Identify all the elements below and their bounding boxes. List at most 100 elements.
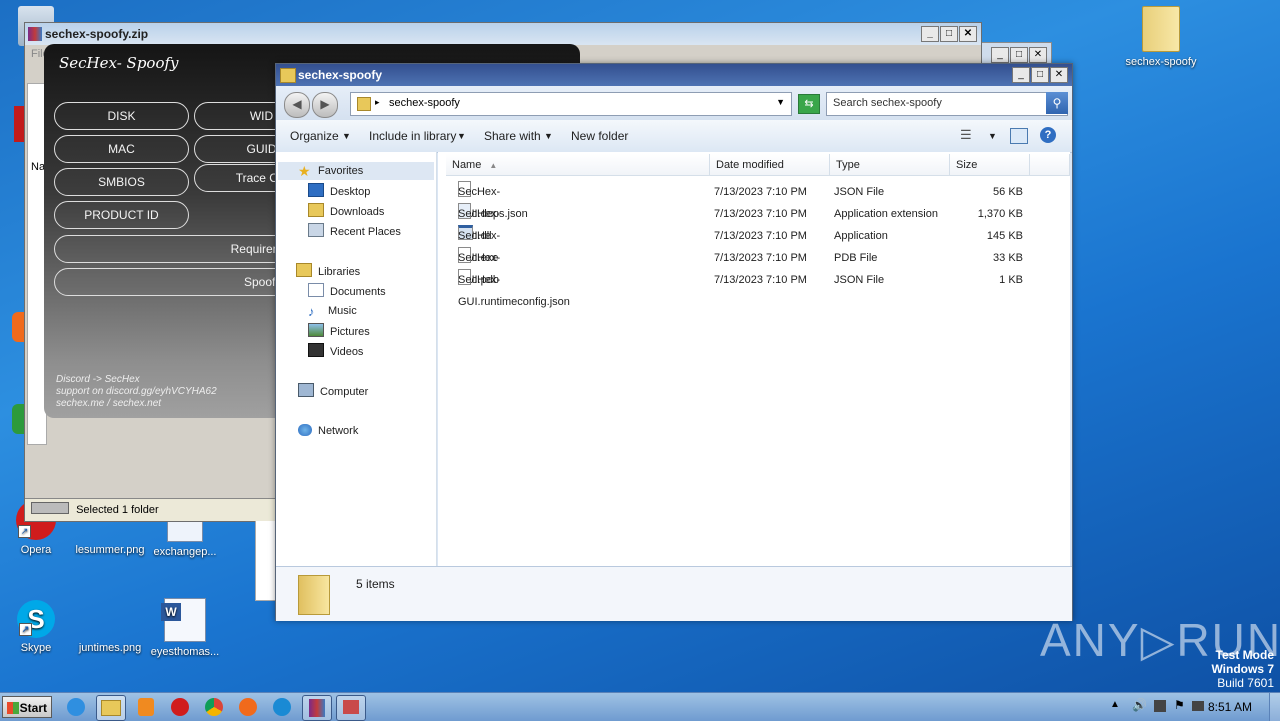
desktop-icon-label: Skype (20, 642, 52, 654)
file-type: Application extension (834, 208, 938, 220)
nav-favorites[interactable]: ★ Favorites (298, 163, 363, 179)
brand-text: ANY (1040, 614, 1141, 666)
nav-documents[interactable]: Documents (308, 283, 386, 299)
explorer-window[interactable]: sechex-spoofy _ □ ✕ ◀ ▶ ▸ sechex-spoofy … (275, 63, 1073, 621)
breadcrumb-current[interactable]: sechex-spoofy (389, 97, 460, 109)
address-dropdown-icon[interactable]: ▼ (776, 97, 785, 107)
view-dropdown-icon[interactable]: ▼ (988, 131, 997, 141)
nav-recent-places[interactable]: Recent Places (308, 223, 401, 239)
smbios-button[interactable]: SMBIOS (54, 168, 189, 196)
nav-computer[interactable]: Computer (298, 383, 368, 399)
file-row[interactable]: SecHex-GUI.deps.json 7/13/2023 7:10 PM J… (438, 181, 1070, 220)
item-count: 5 items (356, 577, 395, 591)
maximize-button[interactable]: □ (1010, 47, 1028, 63)
maximize-button[interactable]: □ (1031, 67, 1049, 83)
taskbar-media-icon[interactable] (132, 695, 160, 719)
file-row[interactable]: SecHex-GUI.dll 7/13/2023 7:10 PM Applica… (438, 203, 1070, 242)
command-bar: Organize ▼ Include in library ▼ Share wi… (276, 120, 1072, 153)
view-options-icon[interactable]: ☰ (960, 127, 972, 143)
clock[interactable]: 8:51 AM (1208, 700, 1252, 714)
partial-app-icon-chrome[interactable] (12, 404, 24, 434)
os-label: Windows 7 (1211, 662, 1274, 676)
help-icon[interactable]: ? (1040, 127, 1056, 143)
file-row[interactable]: SecHex-GUI.pdb 7/13/2023 7:10 PM PDB Fil… (438, 247, 1070, 286)
organize-button[interactable]: Organize (290, 129, 339, 143)
forward-button[interactable]: ▶ (312, 92, 338, 118)
desktop-icon-juntimes[interactable]: juntimes.png (71, 608, 149, 654)
minimize-button[interactable]: _ (991, 47, 1009, 63)
include-dropdown-icon[interactable]: ▼ (457, 131, 466, 141)
taskbar-spoofer-icon[interactable] (336, 695, 366, 721)
desktop-icon (308, 183, 324, 197)
disk-button[interactable]: DISK (54, 102, 189, 130)
close-button[interactable]: ✕ (1050, 67, 1068, 83)
share-with-button[interactable]: Share with (484, 129, 541, 143)
winrar-column-partial: Na (31, 161, 46, 173)
preview-pane-icon[interactable] (1010, 128, 1028, 144)
winrar-titlebar[interactable]: sechex-spoofy.zip _ □ ✕ (25, 23, 981, 45)
minimize-button[interactable]: _ (1012, 67, 1030, 83)
desktop-icon-eyesthomas[interactable]: W eyesthomas... (146, 598, 224, 658)
minimize-button[interactable]: _ (921, 26, 939, 42)
nav-videos[interactable]: Videos (308, 343, 363, 359)
file-row[interactable]: SecHex-GUI.exe 7/13/2023 7:10 PM Applica… (438, 225, 1070, 264)
explorer-titlebar[interactable]: sechex-spoofy _ □ ✕ (276, 64, 1072, 86)
taskbar-explorer-icon[interactable] (96, 695, 126, 721)
nav-libraries[interactable]: Libraries (296, 263, 360, 279)
taskbar-opera-icon[interactable] (166, 695, 194, 719)
taskbar-chrome-icon[interactable] (200, 695, 228, 719)
volume-icon[interactable]: 🔊 (1132, 698, 1147, 712)
column-header-size[interactable]: Size (950, 154, 1030, 176)
search-icon[interactable]: ⚲ (1046, 92, 1068, 114)
organize-dropdown-icon[interactable]: ▼ (342, 131, 351, 141)
include-in-library-button[interactable]: Include in library (369, 129, 456, 143)
details-pane: 5 items (276, 566, 1072, 621)
network-tray-icon[interactable] (1154, 700, 1166, 712)
footer-line: sechex.me / sechex.net (56, 398, 162, 409)
address-bar[interactable]: ▸ sechex-spoofy ▼ (350, 92, 792, 116)
nav-music[interactable]: ♪ Music (308, 303, 357, 319)
taskbar-winrar-icon[interactable] (302, 695, 332, 721)
taskbar-ie-icon[interactable] (62, 695, 90, 719)
close-button[interactable]: ✕ (1029, 47, 1047, 63)
nav-network[interactable]: Network (298, 423, 358, 439)
partial-app-icon-firefox[interactable] (12, 312, 24, 342)
back-button[interactable]: ◀ (284, 92, 310, 118)
close-button[interactable]: ✕ (959, 26, 977, 42)
product-id-button[interactable]: PRODUCT ID (54, 201, 189, 229)
tray-expand-icon[interactable]: ▲ (1110, 699, 1120, 710)
nav-label: Network (318, 425, 359, 437)
mac-button[interactable]: MAC (54, 135, 189, 163)
nav-label: Favorites (318, 165, 364, 177)
start-label: Start (19, 701, 47, 715)
nav-downloads[interactable]: Downloads (308, 203, 384, 219)
taskbar-edge-icon[interactable] (268, 695, 296, 719)
flag-icon[interactable]: ⚑ (1174, 698, 1185, 712)
folder-icon (357, 97, 371, 111)
column-header-date[interactable]: Date modified (710, 154, 830, 176)
share-dropdown-icon[interactable]: ▼ (544, 131, 553, 141)
taskbar-firefox-icon[interactable] (234, 695, 262, 719)
breadcrumb-chevron-icon[interactable]: ▸ (375, 97, 380, 108)
partial-app-icon-red[interactable] (14, 106, 24, 142)
maximize-button[interactable]: □ (940, 26, 958, 42)
os-info: Test Mode Windows 7 Build 7601 (1211, 648, 1274, 690)
nav-desktop[interactable]: Desktop (308, 183, 370, 199)
folder-icon (298, 575, 330, 615)
file-row[interactable]: SecHex-GUI.runtimeconfig.json 7/13/2023 … (438, 269, 1070, 308)
column-header-type[interactable]: Type (830, 154, 950, 176)
start-button[interactable]: Start (2, 696, 52, 718)
column-header-extra[interactable] (1030, 154, 1070, 176)
column-header-name[interactable]: Name ▲ (446, 154, 710, 176)
search-input[interactable]: Search sechex-spoofy ⚲ (826, 92, 1068, 116)
battery-icon[interactable] (1192, 701, 1204, 711)
show-desktop-button[interactable] (1269, 693, 1280, 721)
nav-pictures[interactable]: Pictures (308, 323, 370, 339)
computer-icon (298, 383, 314, 397)
desktop-icon-skype[interactable]: S ↗ Skype (0, 600, 75, 654)
window-controls: _ □ ✕ (1012, 67, 1068, 83)
refresh-button[interactable]: ⇆ (798, 94, 820, 114)
desktop-icon-sechex-spoofy[interactable]: sechex-spoofy (1122, 6, 1200, 68)
new-folder-button[interactable]: New folder (571, 129, 628, 143)
drive-icon (31, 502, 69, 514)
